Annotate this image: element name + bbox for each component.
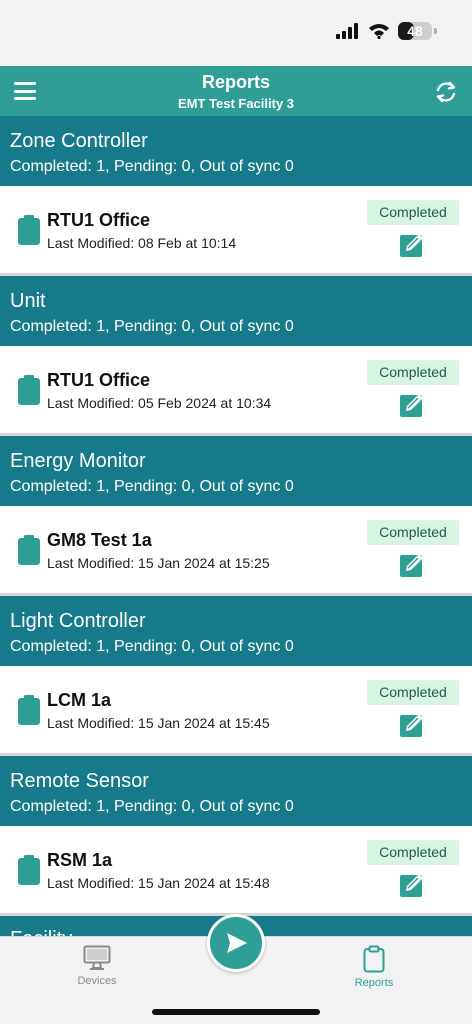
section-header-light-controller: Light Controller Completed: 1, Pending: … bbox=[0, 596, 472, 666]
item-name: RSM 1a bbox=[47, 850, 113, 870]
page-title: Reports bbox=[201, 72, 270, 92]
report-item[interactable]: RSM 1a Last Modified: 15 Jan 2024 at 15:… bbox=[0, 826, 472, 916]
clipboard-icon bbox=[18, 215, 40, 245]
item-name: GM8 Test 1a bbox=[47, 530, 152, 550]
report-item[interactable]: RTU1 Office Last Modified: 05 Feb 2024 a… bbox=[0, 346, 472, 436]
edit-icon[interactable] bbox=[400, 870, 426, 898]
section-header-energy-monitor: Energy Monitor Completed: 1, Pending: 0,… bbox=[0, 436, 472, 506]
item-last-modified: Last Modified: 15 Jan 2024 at 15:45 bbox=[47, 715, 270, 731]
battery-indicator: 48 bbox=[398, 22, 437, 40]
report-item[interactable]: RTU1 Office Last Modified: 08 Feb at 10:… bbox=[0, 186, 472, 276]
section-title: Remote Sensor bbox=[10, 770, 149, 792]
clipboard-icon bbox=[18, 695, 40, 725]
item-last-modified: Last Modified: 15 Jan 2024 at 15:25 bbox=[47, 555, 270, 571]
refresh-icon[interactable] bbox=[432, 78, 460, 106]
home-indicator[interactable] bbox=[152, 1009, 320, 1015]
clipboard-outline-icon bbox=[363, 945, 385, 973]
battery-nub bbox=[434, 28, 437, 34]
report-item[interactable]: GM8 Test 1a Last Modified: 15 Jan 2024 a… bbox=[0, 506, 472, 596]
section-title: Energy Monitor bbox=[10, 450, 146, 472]
status-icons: 48 bbox=[336, 22, 437, 40]
signal-icon bbox=[336, 23, 358, 39]
section-header-remote-sensor: Remote Sensor Completed: 1, Pending: 0, … bbox=[0, 756, 472, 826]
section-header-zone-controller: Zone Controller Completed: 1, Pending: 0… bbox=[0, 116, 472, 186]
item-name: RTU1 Office bbox=[47, 210, 151, 230]
item-name: RTU1 Office bbox=[47, 370, 151, 390]
section-title: Zone Controller bbox=[10, 130, 148, 152]
tab-reports[interactable]: Reports bbox=[319, 945, 429, 989]
top-app-bar: Reports EMT Test Facility 3 bbox=[0, 66, 472, 116]
section-title: Unit bbox=[10, 290, 46, 312]
item-last-modified: Last Modified: 08 Feb at 10:14 bbox=[47, 235, 237, 251]
item-last-modified: Last Modified: 15 Jan 2024 at 15:48 bbox=[47, 875, 270, 891]
report-item[interactable]: LCM 1a Last Modified: 15 Jan 2024 at 15:… bbox=[0, 666, 472, 756]
monitor-icon bbox=[83, 945, 111, 970]
reports-list[interactable]: Zone Controller Completed: 1, Pending: 0… bbox=[0, 116, 472, 936]
status-bar: 48 bbox=[0, 0, 472, 66]
clipboard-icon bbox=[18, 855, 40, 885]
edit-icon[interactable] bbox=[400, 390, 426, 418]
status-badge: Completed bbox=[367, 200, 459, 225]
tab-devices[interactable]: Devices bbox=[42, 945, 152, 987]
facility-subtitle: EMT Test Facility 3 bbox=[177, 96, 295, 111]
edit-icon[interactable] bbox=[400, 550, 426, 578]
status-badge: Completed bbox=[367, 680, 459, 705]
section-summary: Completed: 1, Pending: 0, Out of sync 0 bbox=[10, 478, 294, 495]
section-summary: Completed: 1, Pending: 0, Out of sync 0 bbox=[10, 158, 294, 175]
tab-devices-label: Devices bbox=[77, 975, 117, 987]
status-badge: Completed bbox=[367, 520, 459, 545]
section-header-unit: Unit Completed: 1, Pending: 0, Out of sy… bbox=[0, 276, 472, 346]
status-badge: Completed bbox=[367, 840, 459, 865]
section-title: Light Controller bbox=[10, 610, 146, 632]
item-name: LCM 1a bbox=[47, 690, 112, 710]
item-last-modified: Last Modified: 05 Feb 2024 at 10:34 bbox=[47, 395, 272, 411]
edit-icon[interactable] bbox=[400, 710, 426, 738]
wifi-icon bbox=[369, 24, 389, 39]
tab-reports-label: Reports bbox=[354, 977, 394, 989]
send-icon bbox=[227, 933, 247, 953]
edit-icon[interactable] bbox=[400, 230, 426, 258]
send-button[interactable] bbox=[207, 914, 265, 972]
battery-level: 48 bbox=[407, 23, 423, 39]
clipboard-icon bbox=[18, 375, 40, 405]
status-badge: Completed bbox=[367, 360, 459, 385]
section-summary: Completed: 1, Pending: 0, Out of sync 0 bbox=[10, 638, 294, 655]
section-summary: Completed: 1, Pending: 0, Out of sync 0 bbox=[10, 318, 294, 335]
section-summary: Completed: 1, Pending: 0, Out of sync 0 bbox=[10, 798, 294, 815]
clipboard-icon bbox=[18, 535, 40, 565]
